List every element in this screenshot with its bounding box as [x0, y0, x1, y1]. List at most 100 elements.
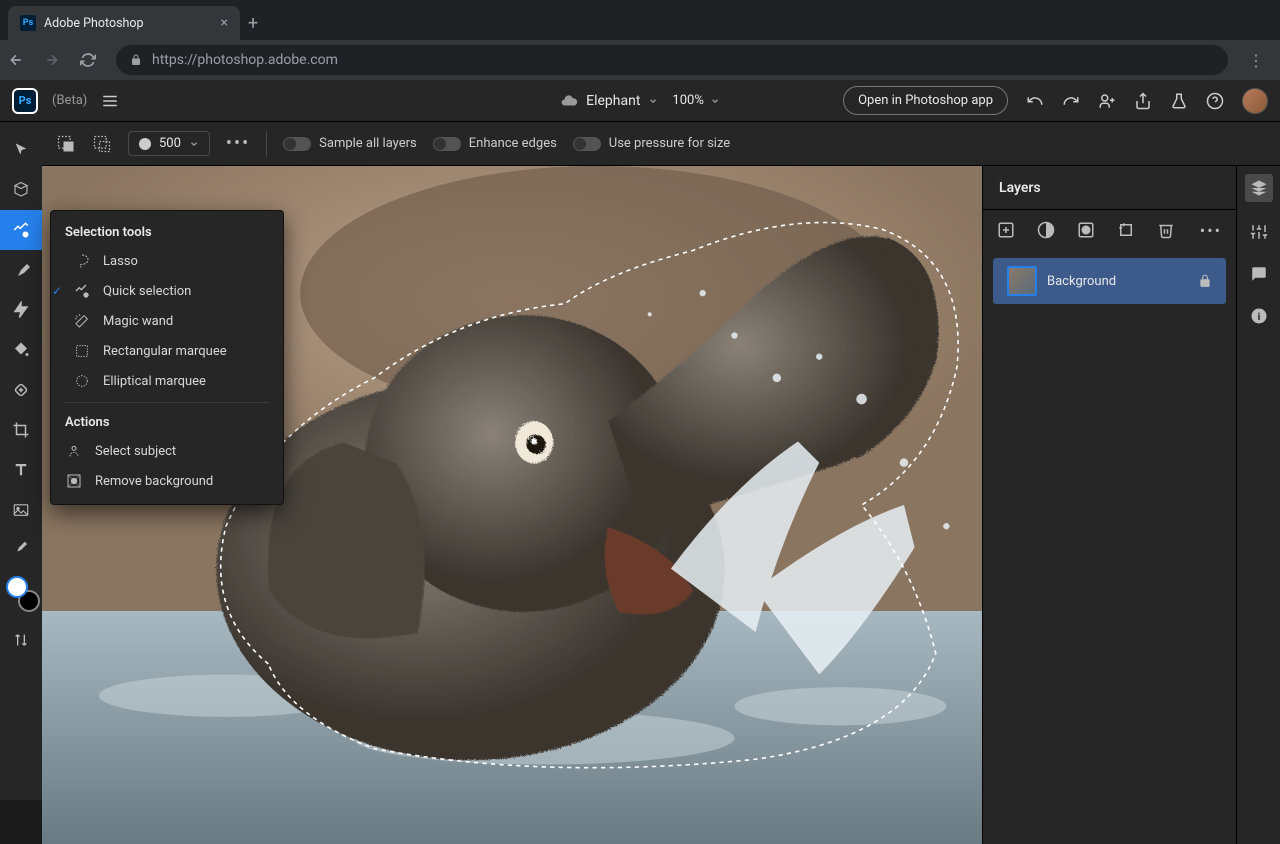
swap-colors-button[interactable] [0, 620, 42, 660]
clip-button[interactable] [1117, 221, 1135, 239]
flyout-item-label: Elliptical marquee [103, 374, 206, 389]
document-name[interactable]: Elephant [560, 92, 658, 110]
transform-tool[interactable] [0, 170, 42, 210]
flyout-divider [65, 402, 269, 403]
lock-icon [130, 54, 142, 66]
flyout-item-label: Magic wand [103, 314, 173, 329]
selection-tools-flyout: Selection tools Lasso ✓ Quick selection … [50, 210, 284, 505]
chevron-down-icon [710, 96, 720, 106]
main-menu-button[interactable] [101, 92, 119, 110]
lasso-icon [73, 253, 91, 269]
redo-button[interactable] [1062, 92, 1080, 110]
type-tool[interactable] [0, 450, 42, 490]
heal-tool[interactable] [0, 370, 42, 410]
layer-more-button[interactable]: ••• [1200, 221, 1222, 240]
adjustment-layer-button[interactable] [1037, 221, 1055, 239]
flyout-section-title: Selection tools [51, 219, 283, 246]
flyout-item-rectangular-marquee[interactable]: Rectangular marquee [51, 336, 283, 366]
flyout-item-elliptical-marquee[interactable]: Elliptical marquee [51, 366, 283, 396]
eyedropper-tool[interactable] [0, 530, 42, 570]
svg-text:i: i [1257, 310, 1260, 323]
toggle-label: Enhance edges [469, 136, 557, 151]
more-options-button[interactable]: ••• [226, 133, 250, 154]
select-subject-icon [65, 443, 83, 459]
place-tool[interactable] [0, 490, 42, 530]
flyout-action-label: Remove background [95, 474, 213, 489]
layer-actions-bar: ••• [983, 210, 1236, 250]
brush-size-value: 500 [159, 136, 181, 151]
properties-rail-button[interactable] [1247, 220, 1271, 244]
elliptical-marquee-icon [73, 373, 91, 389]
flyout-item-label: Quick selection [103, 284, 191, 299]
flyout-item-label: Rectangular marquee [103, 344, 227, 359]
beaker-icon[interactable] [1170, 92, 1188, 110]
layers-rail-button[interactable] [1245, 174, 1273, 202]
subtract-selection-button[interactable] [92, 134, 112, 154]
cloud-icon [560, 92, 578, 110]
share-button[interactable] [1134, 92, 1152, 110]
back-button[interactable] [8, 52, 32, 68]
brush-size-control[interactable]: 500 [128, 131, 210, 156]
layers-panel-header: Layers [983, 166, 1236, 210]
left-toolbar [0, 122, 42, 800]
chevron-down-icon [648, 96, 658, 106]
ps-logo[interactable]: Ps [12, 88, 38, 114]
right-rail: i [1236, 166, 1280, 844]
flyout-action-remove-background[interactable]: Remove background [51, 466, 283, 496]
brush-dot-icon [139, 138, 151, 150]
toggle-enhance-edges[interactable]: Enhance edges [433, 136, 557, 151]
browser-tab[interactable]: Ps Adobe Photoshop × [8, 6, 240, 40]
reload-button[interactable] [80, 52, 104, 68]
layer-row-background[interactable]: Background [993, 258, 1226, 304]
flyout-item-label: Lasso [103, 254, 138, 269]
flyout-action-select-subject[interactable]: Select subject [51, 436, 283, 466]
undo-button[interactable] [1026, 92, 1044, 110]
fill-tool[interactable] [0, 330, 42, 370]
toggle-switch[interactable] [283, 137, 311, 151]
help-button[interactable] [1206, 92, 1224, 110]
toggle-sample-all-layers[interactable]: Sample all layers [283, 136, 417, 151]
invite-button[interactable] [1098, 92, 1116, 110]
open-in-app-button[interactable]: Open in Photoshop app [843, 86, 1008, 115]
comments-rail-button[interactable] [1247, 262, 1271, 286]
header-right: Open in Photoshop app [843, 86, 1268, 115]
tab-bar: Ps Adobe Photoshop × + [0, 0, 1280, 40]
selection-tool[interactable] [0, 210, 42, 250]
toggle-label: Use pressure for size [609, 136, 730, 151]
flyout-item-quick-selection[interactable]: ✓ Quick selection [51, 276, 283, 306]
toggle-use-pressure[interactable]: Use pressure for size [573, 136, 730, 151]
brush-tool[interactable] [0, 250, 42, 290]
flyout-action-label: Select subject [95, 444, 176, 459]
zoom-value: 100% [672, 93, 703, 108]
crop-tool[interactable] [0, 410, 42, 450]
adjust-tool[interactable] [0, 290, 42, 330]
zoom-control[interactable]: 100% [672, 93, 719, 108]
flyout-item-magic-wand[interactable]: Magic wand [51, 306, 283, 336]
mask-button[interactable] [1077, 221, 1095, 239]
forward-button[interactable] [44, 52, 68, 68]
url-bar[interactable]: https://photoshop.adobe.com [116, 45, 1228, 75]
foreground-color[interactable] [6, 576, 28, 598]
flyout-section-title: Actions [51, 409, 283, 436]
tab-close-icon[interactable]: × [221, 15, 228, 31]
add-selection-button[interactable] [56, 134, 76, 154]
delete-layer-button[interactable] [1157, 221, 1175, 239]
lock-icon[interactable] [1198, 274, 1212, 288]
new-tab-button[interactable]: + [248, 13, 258, 34]
layer-thumbnail [1007, 266, 1037, 296]
doc-name-text: Elephant [586, 93, 640, 109]
info-rail-button[interactable]: i [1247, 304, 1271, 328]
browser-chrome: Ps Adobe Photoshop × + https://photoshop… [0, 0, 1280, 80]
color-swatches[interactable] [6, 576, 36, 606]
user-avatar[interactable] [1242, 88, 1268, 114]
move-tool[interactable] [0, 130, 42, 170]
rectangular-marquee-icon [73, 343, 91, 359]
browser-menu-button[interactable]: ⋮ [1240, 51, 1272, 70]
favicon: Ps [20, 15, 36, 31]
add-layer-button[interactable] [997, 221, 1015, 239]
quick-selection-icon [73, 283, 91, 299]
tab-title: Adobe Photoshop [44, 16, 144, 31]
toggle-switch[interactable] [433, 137, 461, 151]
toggle-switch[interactable] [573, 137, 601, 151]
flyout-item-lasso[interactable]: Lasso [51, 246, 283, 276]
